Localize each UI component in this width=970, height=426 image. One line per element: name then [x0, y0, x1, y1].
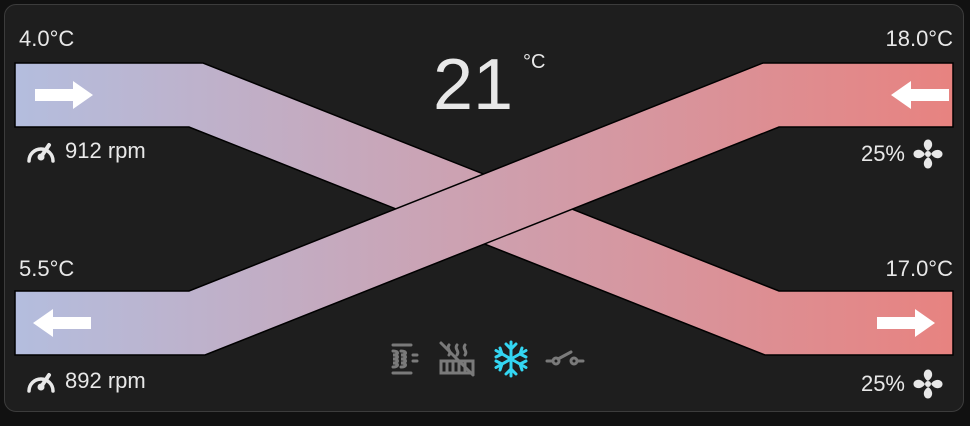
speedometer-icon — [27, 373, 55, 393]
outdoor-fan-rpm: 912 rpm — [65, 138, 146, 163]
fan-icon — [913, 139, 943, 169]
ventilation-card: 4.0°C 18.0°C 5.5°C 17.0°C 912 rpm 892 rp… — [4, 4, 964, 412]
supply-fan-percent: 25% — [860, 371, 905, 396]
status-icons — [383, 339, 585, 379]
exhaust-fan-speed: 892 rpm — [25, 367, 146, 395]
target-temperature-unit: °C — [523, 51, 546, 73]
bypass-valve-icon[interactable] — [545, 339, 585, 379]
exhaust-fan-rpm: 892 rpm — [65, 368, 146, 393]
extract-fan-percent: 25% — [860, 141, 905, 166]
fan-icon — [913, 369, 943, 399]
outdoor-fan-speed: 912 rpm — [25, 137, 146, 165]
exhaust-air-temperature: 5.5°C — [19, 256, 75, 281]
extract-fan-level: 25% — [861, 137, 945, 171]
extract-air-temperature: 18.0°C — [885, 26, 953, 51]
filter-icon[interactable] — [383, 339, 423, 379]
supply-air-temperature: 17.0°C — [885, 256, 953, 281]
snowflake-icon[interactable] — [491, 339, 531, 379]
outdoor-air-temperature: 4.0°C — [19, 26, 75, 51]
heater-off-icon[interactable] — [437, 339, 477, 379]
speedometer-icon — [27, 143, 55, 163]
supply-fan-level: 25% — [861, 367, 945, 401]
target-temperature[interactable]: 21 — [433, 45, 513, 125]
